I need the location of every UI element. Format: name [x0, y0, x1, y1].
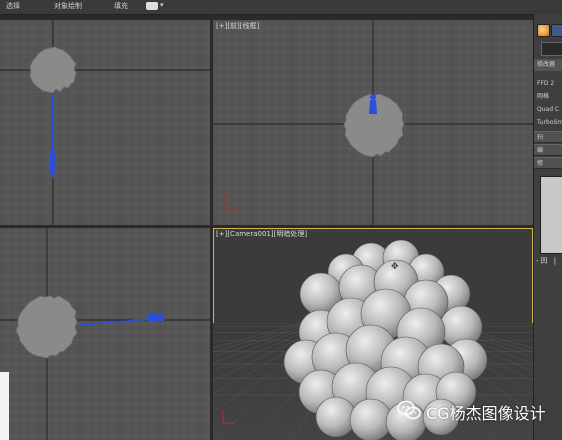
- viewport-left-canvas: [0, 228, 210, 440]
- display-dropdown-icon[interactable]: [146, 2, 158, 10]
- grid: [0, 20, 210, 225]
- top-toolbar: 选择 对象绘制 填充 ▾: [0, 0, 562, 15]
- tab-object-paint[interactable]: 对象绘制: [54, 1, 82, 11]
- spotlight-head-icon[interactable]: [370, 94, 376, 100]
- sphere-cluster-left[interactable]: [15, 295, 78, 359]
- modifier-stack-item[interactable]: FFD 2: [534, 78, 562, 90]
- watermark-text: CG杨杰图像设计: [426, 404, 546, 423]
- viewport-left[interactable]: [0, 228, 210, 440]
- modifier-button[interactable]: 编: [534, 144, 562, 156]
- chevron-down-icon[interactable]: ▾: [160, 1, 164, 9]
- modifier-stack-item[interactable]: TurboSmo: [534, 117, 562, 129]
- side-panel-edge: [0, 372, 9, 440]
- wechat-icon: [397, 400, 421, 420]
- command-panel: 修改器 FFD 2 网格 Quad C TurboSmo 扫 编 修 -凹 |: [533, 14, 562, 440]
- sphere-cluster-top[interactable]: [29, 46, 77, 94]
- modifier-stack-item[interactable]: 网格: [534, 91, 562, 103]
- curve-icon[interactable]: [551, 24, 562, 37]
- modifier-stack-list[interactable]: [540, 176, 562, 254]
- tab-populate[interactable]: 填充: [114, 1, 128, 11]
- cursor-move-icon: ✥: [391, 262, 399, 272]
- viewport-front[interactable]: [+][前][线框]: [213, 20, 533, 225]
- spotlight-icon[interactable]: [148, 313, 164, 321]
- modifier-list-dropdown[interactable]: 修改器: [534, 59, 562, 71]
- spotlight-icon[interactable]: [369, 100, 377, 114]
- modifier-button[interactable]: 修: [534, 157, 562, 169]
- object-name-field[interactable]: [541, 42, 562, 56]
- modifier-button[interactable]: 扫: [534, 131, 562, 143]
- viewport-divider-horizontal[interactable]: [0, 225, 533, 228]
- modifier-stack-item[interactable]: Quad C: [534, 104, 562, 116]
- tab-select[interactable]: 选择: [6, 1, 20, 11]
- viewport-front-canvas: [213, 20, 533, 225]
- viewport-label[interactable]: [+][Camera001][明暗处理]: [216, 229, 307, 239]
- viewport-top-canvas: [0, 20, 210, 225]
- sphere-icon[interactable]: [537, 24, 550, 37]
- spotlight-icon[interactable]: [49, 152, 56, 174]
- stack-tools[interactable]: -凹 |: [536, 256, 558, 266]
- viewport-top[interactable]: [0, 20, 210, 225]
- sphere[interactable]: [349, 398, 393, 440]
- viewport-label[interactable]: [+][前][线框]: [216, 21, 259, 31]
